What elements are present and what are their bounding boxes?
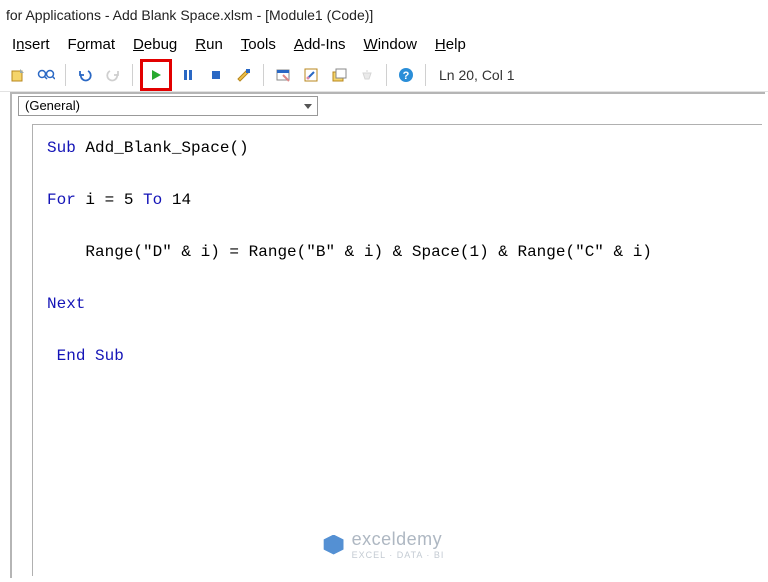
undo-icon[interactable] [73, 63, 97, 87]
properties-icon[interactable] [299, 63, 323, 87]
menu-run[interactable]: Run [187, 32, 231, 57]
menu-window[interactable]: Window [356, 32, 425, 57]
menu-debug[interactable]: Debug [125, 32, 185, 57]
find-icon[interactable] [34, 63, 58, 87]
separator [425, 64, 426, 86]
code-editor[interactable]: Sub Add_Blank_Space() For i = 5 To 14 Ra… [32, 124, 762, 576]
separator [65, 64, 66, 86]
cursor-position: Ln 20, Col 1 [439, 67, 515, 83]
menu-tools[interactable]: Tools [233, 32, 284, 57]
code-text: Sub Add_Blank_Space() For i = 5 To 14 Ra… [33, 125, 762, 373]
window-title: for Applications - Add Blank Space.xlsm … [0, 0, 768, 30]
help-icon[interactable]: ? [394, 63, 418, 87]
object-dropdown[interactable]: (General) [18, 96, 318, 116]
menu-bar: Insert Format Debug Run Tools Add-Ins Wi… [0, 30, 768, 58]
run-button[interactable] [144, 63, 168, 87]
export-icon[interactable] [6, 63, 30, 87]
menu-format[interactable]: Format [60, 32, 124, 57]
design-mode-icon[interactable] [232, 63, 256, 87]
toolbar: ? Ln 20, Col 1 [0, 58, 768, 92]
watermark-logo-icon [324, 535, 344, 555]
watermark: exceldemy EXCEL · DATA · BI [324, 529, 445, 560]
code-window: (General) Sub Add_Blank_Space() For i = … [10, 92, 765, 578]
code-dropdown-bar: (General) [12, 94, 765, 118]
menu-insert[interactable]: Insert [4, 32, 58, 57]
separator [263, 64, 264, 86]
watermark-brand: exceldemy [352, 529, 445, 550]
separator [132, 64, 133, 86]
stop-icon[interactable] [204, 63, 228, 87]
watermark-tagline: EXCEL · DATA · BI [352, 550, 445, 560]
project-explorer-icon[interactable] [271, 63, 295, 87]
menu-help[interactable]: Help [427, 32, 474, 57]
svg-text:?: ? [403, 70, 410, 82]
menu-addins[interactable]: Add-Ins [286, 32, 354, 57]
object-browser-icon[interactable] [327, 63, 351, 87]
toolbox-icon[interactable] [355, 63, 379, 87]
pause-icon[interactable] [176, 63, 200, 87]
separator [386, 64, 387, 86]
run-button-highlight [140, 59, 172, 91]
redo-icon[interactable] [101, 63, 125, 87]
